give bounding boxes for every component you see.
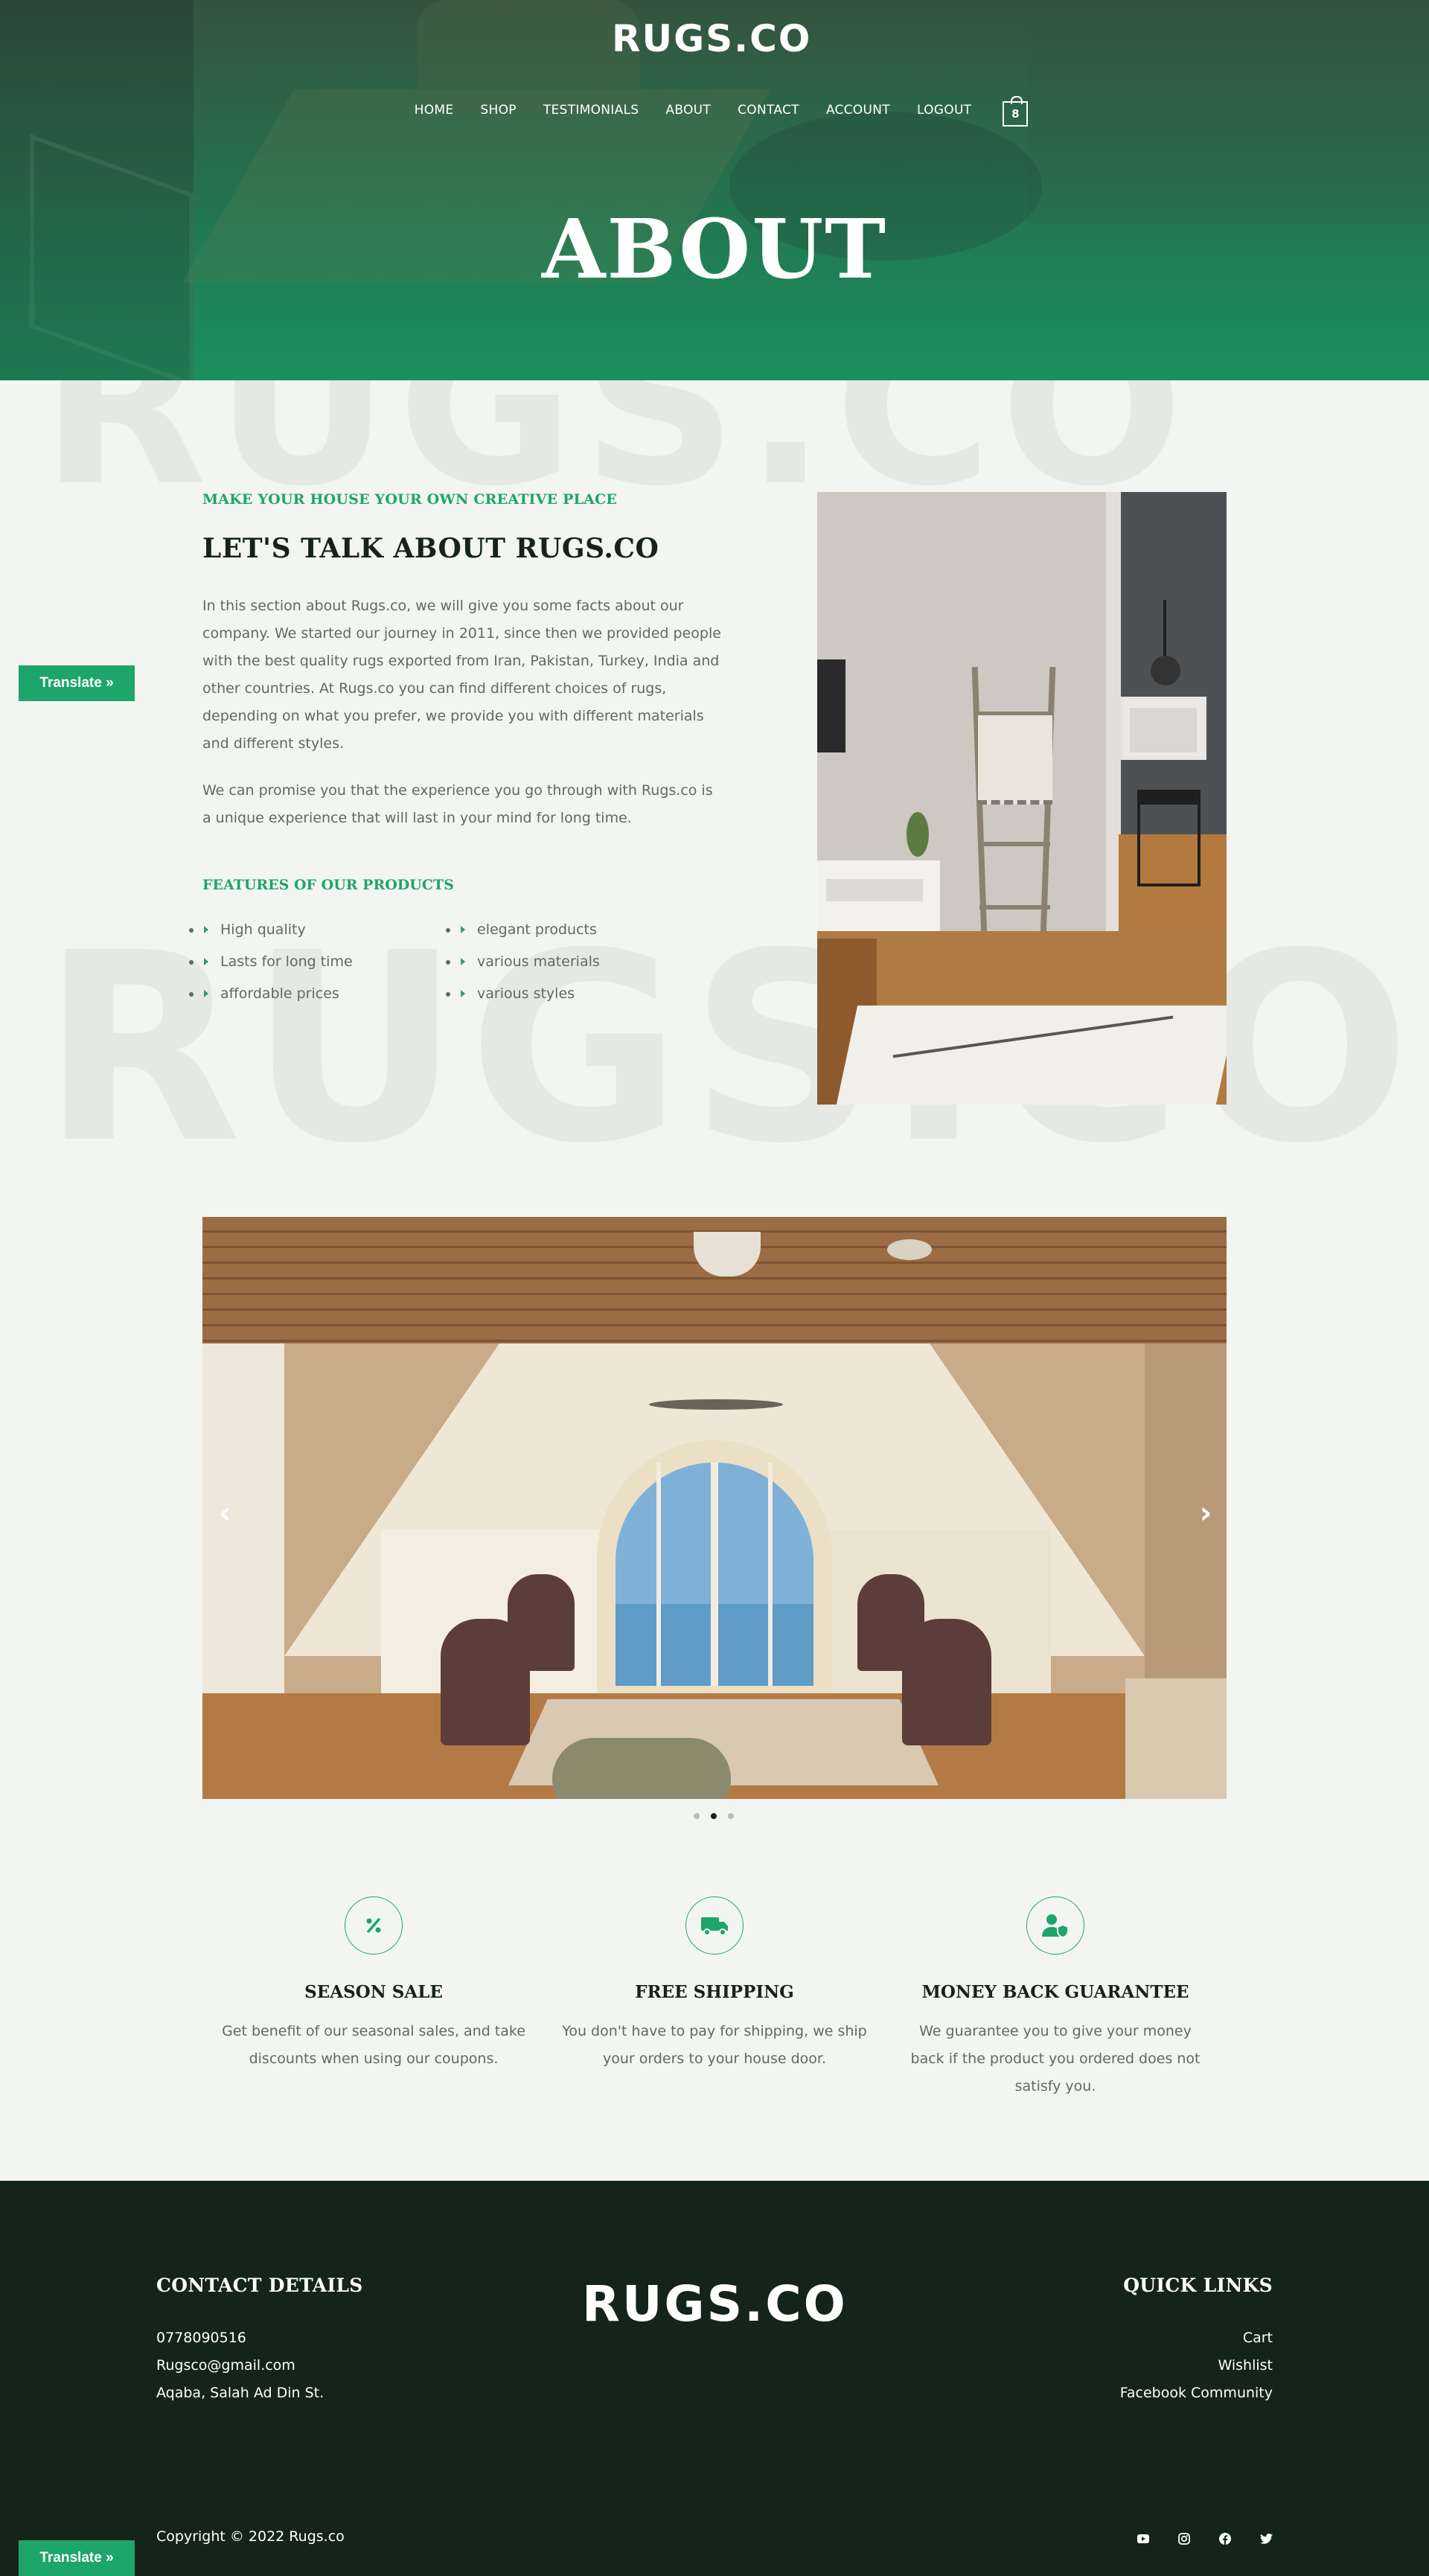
- footer-link-facebook-community[interactable]: Facebook Community: [1120, 2380, 1273, 2407]
- youtube-icon[interactable]: [1135, 2531, 1151, 2547]
- service-description: We guarantee you to give your money back…: [910, 2023, 1201, 2094]
- social-links: [1135, 2531, 1274, 2547]
- copyright-text: Copyright © 2022 Rugs.co: [156, 2528, 345, 2545]
- service-money-back: MONEY BACK GUARANTEE We guarantee you to…: [892, 0, 1219, 2100]
- translate-button[interactable]: Translate »: [19, 665, 135, 701]
- service-free-shipping: FREE SHIPPING You don't have to pay for …: [551, 0, 878, 2073]
- instagram-icon[interactable]: [1176, 2531, 1192, 2547]
- percent-icon: [345, 1896, 403, 1955]
- footer-email[interactable]: Rugsco@gmail.com: [156, 2352, 295, 2380]
- logo-text: RUGS.CO: [582, 2275, 848, 2333]
- footer-link-cart[interactable]: Cart: [1243, 2324, 1273, 2352]
- service-description: Get benefit of our seasonal sales, and t…: [222, 2023, 525, 2067]
- service-title: SEASON SALE: [304, 1982, 443, 2002]
- footer-quick-links-heading: QUICK LINKS: [1123, 2275, 1273, 2296]
- facebook-icon[interactable]: [1217, 2531, 1233, 2547]
- footer-link-wishlist[interactable]: Wishlist: [1218, 2352, 1273, 2380]
- service-title: FREE SHIPPING: [635, 1982, 794, 2002]
- translate-button[interactable]: Translate »: [19, 2540, 135, 2576]
- service-description: You don't have to pay for shipping, we s…: [562, 2023, 867, 2067]
- user-shield-icon: [1026, 1896, 1084, 1955]
- twitter-icon[interactable]: [1258, 2531, 1274, 2547]
- service-title: MONEY BACK GUARANTEE: [921, 1982, 1189, 2002]
- footer-phone[interactable]: 0778090516: [156, 2324, 246, 2352]
- delivery-truck-icon: [685, 1896, 744, 1955]
- footer-logo[interactable]: RUGS.CO: [582, 2275, 848, 2333]
- footer-contact-heading: CONTACT DETAILS: [156, 2275, 363, 2296]
- footer-address: Aqaba, Salah Ad Din St.: [156, 2385, 325, 2401]
- service-season-sale: SEASON SALE Get benefit of our seasonal …: [210, 0, 537, 2073]
